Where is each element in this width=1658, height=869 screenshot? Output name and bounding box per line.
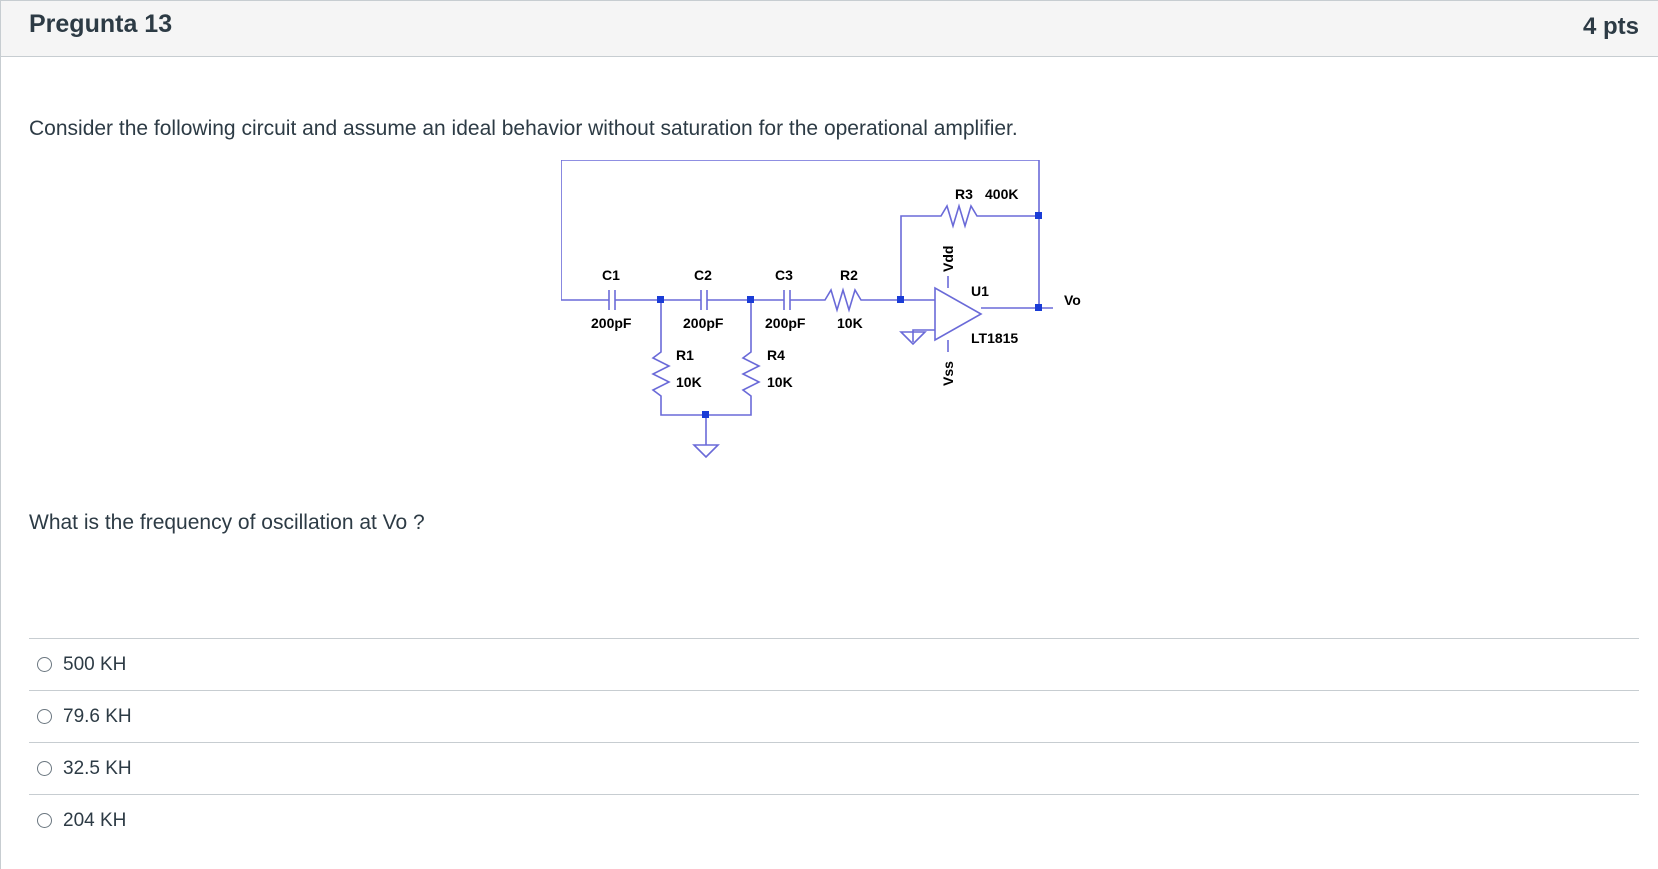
c1-name: C1 [602,267,620,283]
question-points: 4 pts [1582,13,1639,40]
opamp-model: LT1815 [971,330,1018,346]
circuit-diagram: C1 200pF C2 200pF C3 200pF R2 10K R1 10K… [561,160,1081,459]
c3-value: 200pF [765,315,806,331]
question-header: Pregunta 13 4 pts [1,0,1658,57]
r1-name: R1 [676,347,694,363]
opamp-name: U1 [971,283,989,299]
question-text: Consider the following circuit and assum… [29,117,1018,140]
radio-button[interactable] [37,709,52,724]
c3-name: C3 [775,267,793,283]
question-card: Pregunta 13 4 pts Consider the following… [0,0,1658,869]
vdd-label: Vdd [940,246,956,272]
vss-label: Vss [940,361,956,386]
c2-value: 200pF [683,315,724,331]
answer-list: 500 KH 79.6 KH 32.5 KH 204 KH [29,638,1639,846]
radio-button[interactable] [37,657,52,672]
answer-label: 204 KH [63,809,127,831]
answer-option[interactable]: 32.5 KH [29,742,1639,794]
answer-option[interactable]: 500 KH [29,638,1639,690]
output-label: Vo [1064,292,1081,308]
answer-option[interactable]: 79.6 KH [29,690,1639,742]
c1-value: 200pF [591,315,632,331]
question-title: Pregunta 13 [29,10,173,38]
question-subtext: What is the frequency of oscillation at … [29,511,425,534]
r4-value: 10K [767,374,793,390]
c2-name: C2 [694,267,712,283]
feedback-wire [561,160,1040,308]
r2-value: 10K [837,315,863,331]
r3-value: 400K [985,186,1018,202]
radio-button[interactable] [37,761,52,776]
answer-label: 500 KH [63,653,127,675]
answer-label: 79.6 KH [63,705,132,727]
r2-name: R2 [840,267,858,283]
r3-name: R3 [955,186,973,202]
r4-name: R4 [767,347,785,363]
r1-value: 10K [676,374,702,390]
radio-button[interactable] [37,813,52,828]
answer-option[interactable]: 204 KH [29,794,1639,846]
answer-label: 32.5 KH [63,757,132,779]
